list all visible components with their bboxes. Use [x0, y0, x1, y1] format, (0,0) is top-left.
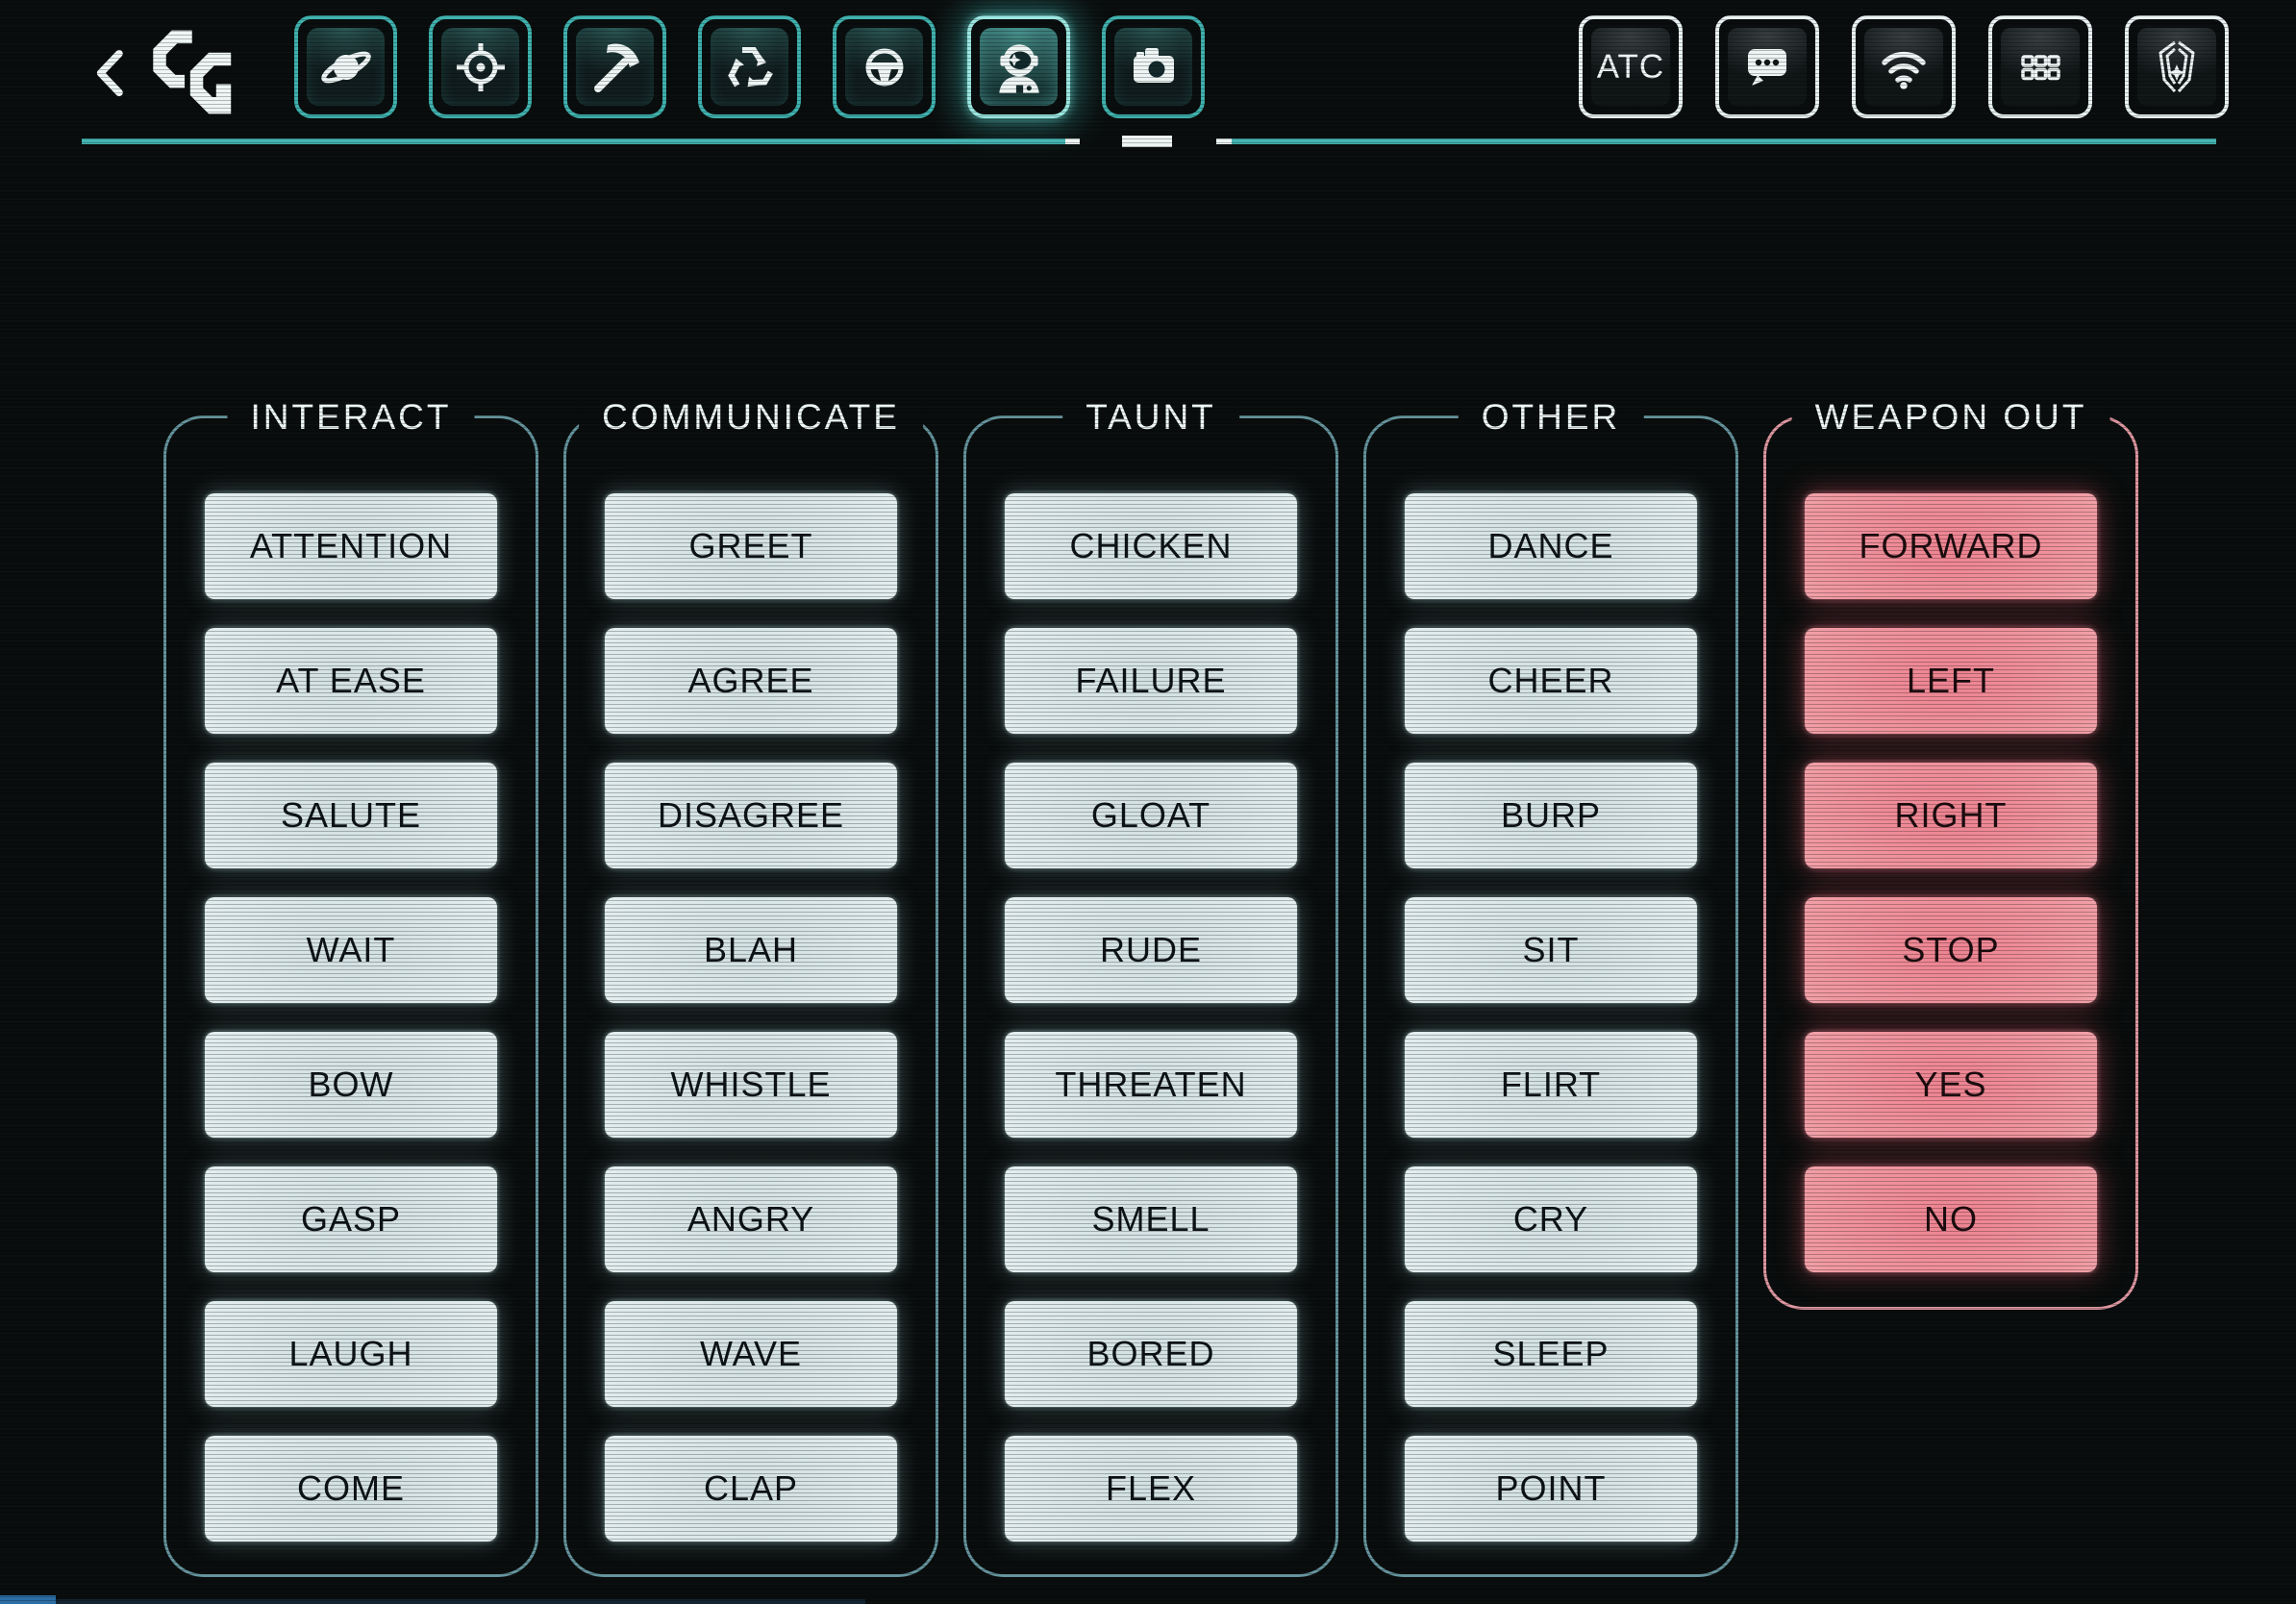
app-camera-button[interactable]: [1102, 15, 1205, 118]
app-grid-icon: [2001, 28, 2080, 106]
faction-emblem-button[interactable]: [2125, 15, 2229, 118]
target-icon: [441, 28, 519, 106]
emote-button-rude[interactable]: RUDE: [1005, 897, 1297, 1003]
emote-button-point[interactable]: POINT: [1405, 1436, 1697, 1541]
group-title: INTERACT: [228, 396, 475, 439]
pickaxe-icon: [576, 28, 654, 106]
app-mining-button[interactable]: [563, 15, 666, 118]
emote-button-no[interactable]: NO: [1805, 1166, 2097, 1272]
group-title: WEAPON OUT: [1792, 396, 2110, 439]
emote-button-wave[interactable]: WAVE: [605, 1301, 897, 1407]
bottom-edge-glow: [0, 1599, 865, 1604]
emote-button-attention[interactable]: ATTENTION: [205, 493, 497, 599]
emote-group-interact: INTERACT ATTENTION AT EASE SALUTE WAIT B…: [163, 415, 538, 1577]
mobiglas-logo-icon: [135, 27, 250, 118]
emote-button-clap[interactable]: CLAP: [605, 1436, 897, 1541]
chat-button[interactable]: [1715, 15, 1819, 118]
emote-button-agree[interactable]: AGREE: [605, 628, 897, 734]
wifi-icon: [1864, 28, 1943, 106]
emote-button-gasp[interactable]: GASP: [205, 1166, 497, 1272]
app-salvage-button[interactable]: [698, 15, 801, 118]
emote-button-forward[interactable]: FORWARD: [1805, 493, 2097, 599]
comms-signal-button[interactable]: [1852, 15, 1956, 118]
emote-button-flex[interactable]: FLEX: [1005, 1436, 1297, 1541]
emote-button-at-ease[interactable]: AT EASE: [205, 628, 497, 734]
bottom-left-blue-strip: [0, 1595, 56, 1604]
back-chevron-icon: [91, 39, 129, 107]
app-emote-button[interactable]: [967, 15, 1070, 118]
emote-button-chicken[interactable]: CHICKEN: [1005, 493, 1297, 599]
emote-button-wait[interactable]: WAIT: [205, 897, 497, 1003]
group-title: TAUNT: [1062, 396, 1239, 439]
emote-button-blah[interactable]: BLAH: [605, 897, 897, 1003]
toolbar: ATC: [0, 0, 2296, 154]
emote-button-salute[interactable]: SALUTE: [205, 763, 497, 868]
app-grid-button[interactable]: [1988, 15, 2092, 118]
toolbar-underline-cap-right: [1216, 138, 1232, 144]
camera-icon: [1114, 28, 1192, 106]
emote-button-angry[interactable]: ANGRY: [605, 1166, 897, 1272]
emote-group-taunt: TAUNT CHICKEN FAILURE GLOAT RUDE THREATE…: [963, 415, 1338, 1577]
emote-button-bored[interactable]: BORED: [1005, 1301, 1297, 1407]
back-button[interactable]: [91, 27, 250, 118]
emote-button-come[interactable]: COME: [205, 1436, 497, 1541]
emote-button-smell[interactable]: SMELL: [1005, 1166, 1297, 1272]
emote-button-sleep[interactable]: SLEEP: [1405, 1301, 1697, 1407]
emote-button-burp[interactable]: BURP: [1405, 763, 1697, 868]
toolbar-underline-right: [1232, 138, 2216, 144]
emote-button-dance[interactable]: DANCE: [1405, 493, 1697, 599]
toolbar-underline-left: [82, 138, 1065, 144]
group-title: COMMUNICATE: [579, 396, 923, 439]
group-title: OTHER: [1459, 396, 1644, 439]
emote-button-laugh[interactable]: LAUGH: [205, 1301, 497, 1407]
emote-group-weapon-out: WEAPON OUT FORWARD LEFT RIGHT STOP YES N…: [1763, 415, 2138, 1310]
toolbar-tab-indicator: [1122, 136, 1172, 147]
planet-icon: [307, 28, 385, 106]
emote-button-whistle[interactable]: WHISTLE: [605, 1032, 897, 1138]
emote-button-disagree[interactable]: DISAGREE: [605, 763, 897, 868]
emote-button-right[interactable]: RIGHT: [1805, 763, 2097, 868]
emote-button-stop[interactable]: STOP: [1805, 897, 2097, 1003]
app-planet-button[interactable]: [294, 15, 397, 118]
emote-button-threaten[interactable]: THREATEN: [1005, 1032, 1297, 1138]
emote-group-communicate: COMMUNICATE GREET AGREE DISAGREE BLAH WH…: [563, 415, 938, 1577]
recycle-icon: [711, 28, 788, 106]
emote-button-yes[interactable]: YES: [1805, 1032, 2097, 1138]
toolbar-underline-cap-left: [1065, 138, 1080, 144]
emote-group-other: OTHER DANCE CHEER BURP SIT FLIRT CRY SLE…: [1363, 415, 1738, 1577]
emote-button-failure[interactable]: FAILURE: [1005, 628, 1297, 734]
emblem-icon: [2137, 28, 2216, 106]
emote-button-sit[interactable]: SIT: [1405, 897, 1697, 1003]
atc-button[interactable]: ATC: [1579, 15, 1683, 118]
emote-button-flirt[interactable]: FLIRT: [1405, 1032, 1697, 1138]
astronaut-emote-icon: [980, 28, 1058, 106]
emote-button-gloat[interactable]: GLOAT: [1005, 763, 1297, 868]
atc-text: ATC: [1597, 48, 1664, 87]
chat-icon: [1728, 28, 1807, 106]
app-vehicle-button[interactable]: [833, 15, 936, 118]
emote-button-cry[interactable]: CRY: [1405, 1166, 1697, 1272]
emote-button-cheer[interactable]: CHEER: [1405, 628, 1697, 734]
app-target-button[interactable]: [429, 15, 532, 118]
emote-button-left[interactable]: LEFT: [1805, 628, 2097, 734]
emote-button-bow[interactable]: BOW: [205, 1032, 497, 1138]
steering-wheel-icon: [845, 28, 923, 106]
emote-button-greet[interactable]: GREET: [605, 493, 897, 599]
atc-label: ATC: [1591, 28, 1670, 106]
